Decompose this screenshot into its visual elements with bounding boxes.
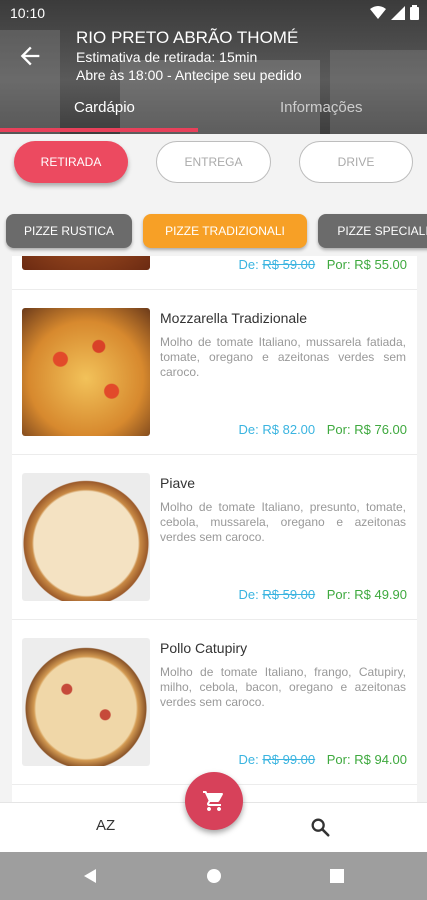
price-original: R$ 59.00 bbox=[262, 257, 316, 272]
price-de-label: De: bbox=[238, 422, 259, 437]
price-por-label: Por: bbox=[326, 587, 351, 602]
product-item[interactable]: Mozzarella Tradizionale Molho de tomate … bbox=[12, 291, 417, 455]
store-name: RIO PRETO ABRÃO THOMÉ bbox=[76, 28, 299, 47]
price-sale: R$ 55.00 bbox=[354, 257, 407, 272]
product-name: Mozzarella Tradizionale bbox=[160, 310, 308, 326]
product-item[interactable]: De: R$ 59.00 Por: R$ 55.00 bbox=[12, 256, 417, 290]
product-item[interactable]: Pollo Catupiry Molho de tomate Italiano,… bbox=[12, 621, 417, 785]
nav-back-icon[interactable] bbox=[82, 868, 98, 884]
category-pizze-rustica[interactable]: PIZZE RUSTICA bbox=[6, 214, 132, 248]
price-original: R$ 82.00 bbox=[262, 422, 316, 437]
price-por-label: Por: bbox=[326, 422, 351, 437]
price-por-label: Por: bbox=[326, 752, 351, 767]
price-sale: R$ 94.00 bbox=[354, 752, 407, 767]
price-original: R$ 59.00 bbox=[262, 587, 316, 602]
status-time: 10:10 bbox=[10, 5, 46, 21]
signal-icon bbox=[391, 5, 405, 20]
price-de-label: De: bbox=[238, 752, 259, 767]
price-de-label: De: bbox=[238, 257, 259, 272]
product-name: Piave bbox=[160, 475, 196, 491]
nav-recents-icon[interactable] bbox=[329, 868, 345, 884]
tab-indicator bbox=[0, 128, 198, 132]
product-description: Molho de tomate Italiano, frango, Catupi… bbox=[160, 665, 406, 709]
product-image bbox=[22, 473, 150, 601]
product-description: Molho de tomate Italiano, presunto, toma… bbox=[160, 500, 406, 544]
delivery-mode-selector: RETIRADA ENTREGA DRIVE bbox=[0, 134, 427, 196]
mode-drive-button[interactable]: DRIVE bbox=[299, 141, 413, 183]
wifi-icon bbox=[370, 5, 386, 19]
category-pizze-tradizionali[interactable]: PIZZE TRADIZIONALI bbox=[143, 214, 307, 248]
product-image bbox=[22, 256, 150, 270]
status-bar: 10:10 bbox=[0, 0, 427, 28]
opening-hours: Abre às 18:00 - Antecipe seu pedido bbox=[76, 67, 302, 83]
price-original: R$ 99.00 bbox=[262, 752, 316, 767]
product-image bbox=[22, 638, 150, 766]
product-image bbox=[22, 308, 150, 436]
cart-icon bbox=[203, 791, 223, 811]
product-description: Molho de tomate Italiano, mussarela fati… bbox=[160, 335, 406, 379]
mode-entrega-button[interactable]: ENTREGA bbox=[156, 141, 271, 183]
tab-cardapio[interactable]: Cardápio bbox=[74, 99, 135, 116]
pickup-estimate: Estimativa de retirada: 15min bbox=[76, 49, 258, 65]
price-por-label: Por: bbox=[326, 257, 351, 272]
search-icon[interactable] bbox=[309, 816, 331, 838]
tab-informacoes[interactable]: Informações bbox=[280, 99, 363, 116]
product-list: De: R$ 59.00 Por: R$ 55.00 Mozzarella Tr… bbox=[12, 256, 417, 802]
category-tabs: PIZZE RUSTICA PIZZE TRADIZIONALI PIZZE S… bbox=[0, 208, 427, 254]
price-de-label: De: bbox=[238, 587, 259, 602]
product-name: Pollo Catupiry bbox=[160, 640, 248, 656]
category-pizze-speciali[interactable]: PIZZE SPECIALI bbox=[318, 214, 427, 248]
price-sale: R$ 76.00 bbox=[354, 422, 407, 437]
product-item[interactable]: Piave Molho de tomate Italiano, presunto… bbox=[12, 456, 417, 620]
back-arrow-icon[interactable] bbox=[16, 42, 44, 70]
price-sale: R$ 49.90 bbox=[354, 587, 407, 602]
mode-retirada-button[interactable]: RETIRADA bbox=[14, 141, 128, 183]
store-header: 10:10 RIO PRETO ABRÃO THOMÉ Estimativa d… bbox=[0, 0, 427, 134]
android-nav-bar bbox=[0, 852, 427, 900]
nav-home-icon[interactable] bbox=[206, 868, 222, 884]
sort-az-button[interactable]: AZ bbox=[96, 817, 115, 834]
cart-button[interactable] bbox=[185, 772, 243, 830]
battery-icon bbox=[410, 5, 419, 20]
